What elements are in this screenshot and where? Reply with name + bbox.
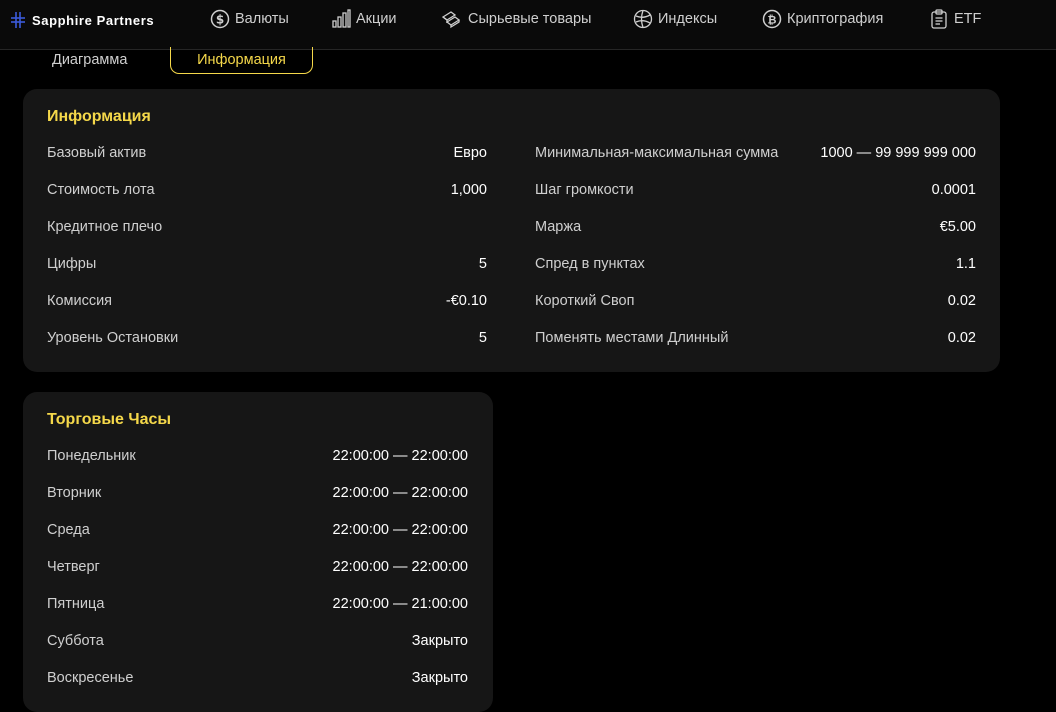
info-value: 5 [478, 256, 487, 272]
tab-information[interactable]: Информация [170, 47, 313, 74]
info-row: Спред в пунктах 1.1 [535, 254, 976, 274]
day-label: Четверг [47, 559, 100, 575]
info-label: Маржа [535, 219, 582, 235]
nav-item-currencies[interactable]: $ Валюты [210, 9, 289, 29]
nav-item-commodities[interactable]: Сырьевые товары [441, 9, 591, 29]
info-row: Шаг громкости 0.0001 [535, 180, 976, 200]
hours-value: 22:00:00 — 22:00:00 [332, 559, 468, 575]
info-value: -€0.10 [445, 293, 487, 309]
day-label: Вторник [47, 485, 102, 501]
nav-label: Индексы [658, 11, 718, 27]
info-row: Комиссия -€0.10 [47, 291, 487, 311]
hours-row: Суббота Закрыто [47, 631, 468, 651]
info-label: Цифры [47, 256, 97, 272]
info-value: €5.00 [939, 219, 976, 235]
hours-row: Воскресенье Закрыто [47, 668, 468, 688]
info-label: Минимальная-максимальная сумма [535, 145, 779, 161]
hours-row: Вторник 22:00:00 — 22:00:00 [47, 483, 468, 503]
hours-row: Пятница 22:00:00 — 21:00:00 [47, 594, 468, 614]
nav-item-stocks[interactable]: Акции [331, 9, 397, 29]
info-value: 0.0001 [931, 182, 976, 198]
info-label: Кредитное плечо [47, 219, 163, 235]
info-row: Минимальная-максимальная сумма 1000 — 99… [535, 143, 976, 163]
hours-row: Четверг 22:00:00 — 22:00:00 [47, 557, 468, 577]
hours-value: 22:00:00 — 21:00:00 [332, 596, 468, 612]
clipboard-icon [931, 9, 947, 29]
info-value: Евро [453, 145, 487, 161]
info-row: Базовый актив Евро [47, 143, 487, 163]
nav-label: Акции [356, 11, 397, 27]
brand-logo[interactable]: Sapphire Partners [10, 11, 154, 29]
nav-label: Валюты [235, 11, 289, 27]
hours-value: 22:00:00 — 22:00:00 [332, 448, 468, 464]
dollar-coin-icon: $ [210, 9, 230, 29]
info-value: 1,000 [450, 182, 487, 198]
info-value: 1.1 [955, 256, 976, 272]
info-row: Уровень Остановки 5 [47, 328, 487, 348]
info-value: 1000 — 99 999 999 000 [820, 145, 976, 161]
svg-text:$: $ [216, 13, 224, 27]
nav-item-crypto[interactable]: ₿ Криптография [762, 9, 883, 29]
info-label: Шаг громкости [535, 182, 634, 198]
day-label: Воскресенье [47, 670, 134, 686]
globe-index-icon [633, 9, 653, 29]
information-title: Информация [47, 108, 151, 125]
tab-chart[interactable]: Диаграмма [52, 47, 127, 73]
info-row: Маржа €5.00 [535, 217, 976, 237]
info-row: Цифры 5 [47, 254, 487, 274]
nav-label: ETF [954, 11, 982, 27]
info-row: Короткий Своп 0.02 [535, 291, 976, 311]
day-label: Суббота [47, 633, 104, 649]
info-row: Стоимость лота 1,000 [47, 180, 487, 200]
nav-label: Криптография [787, 11, 884, 27]
information-card: Информация Базовый актив Евро Стоимость … [23, 89, 1000, 372]
bar-chart-icon [332, 9, 351, 28]
info-row: Поменять местами Длинный 0.02 [535, 328, 976, 348]
day-label: Среда [47, 522, 90, 538]
nav-label: Сырьевые товары [468, 11, 592, 27]
info-label: Уровень Остановки [47, 330, 179, 346]
hours-value: 22:00:00 — 22:00:00 [332, 522, 468, 538]
day-label: Понедельник [47, 448, 136, 464]
info-label: Базовый актив [47, 145, 147, 161]
info-label: Поменять местами Длинный [535, 330, 729, 346]
info-value: 0.02 [947, 293, 976, 309]
hours-value: 22:00:00 — 22:00:00 [332, 485, 468, 501]
brand-name: Sapphire Partners [32, 12, 155, 28]
nav-item-indices[interactable]: Индексы [633, 9, 717, 29]
info-label: Спред в пунктах [535, 256, 645, 272]
trading-hours-title: Торговые Часы [47, 411, 172, 428]
top-nav: Sapphire Partners $ Валюты Акции Сырьевы… [0, 0, 1056, 50]
hours-value: Закрыто [411, 633, 468, 649]
svg-text:₿: ₿ [768, 14, 777, 27]
hours-row: Среда 22:00:00 — 22:00:00 [47, 520, 468, 540]
gold-bars-icon [441, 11, 461, 29]
hours-row: Понедельник 22:00:00 — 22:00:00 [47, 446, 468, 466]
info-value: 5 [478, 330, 487, 346]
bitcoin-icon: ₿ [762, 9, 782, 29]
info-row: Кредитное плечо [47, 217, 487, 237]
info-label: Короткий Своп [535, 293, 635, 309]
day-label: Пятница [47, 596, 105, 612]
info-label: Комиссия [47, 293, 113, 309]
sapphire-logo-icon [11, 12, 25, 28]
nav-item-etf[interactable]: ETF [929, 9, 981, 29]
trading-hours-card: Торговые Часы Понедельник 22:00:00 — 22:… [23, 392, 493, 712]
info-value: 0.02 [947, 330, 976, 346]
hours-value: Закрыто [411, 670, 468, 686]
info-label: Стоимость лота [47, 182, 155, 198]
sub-tabs: Диаграмма Информация [0, 47, 1056, 75]
